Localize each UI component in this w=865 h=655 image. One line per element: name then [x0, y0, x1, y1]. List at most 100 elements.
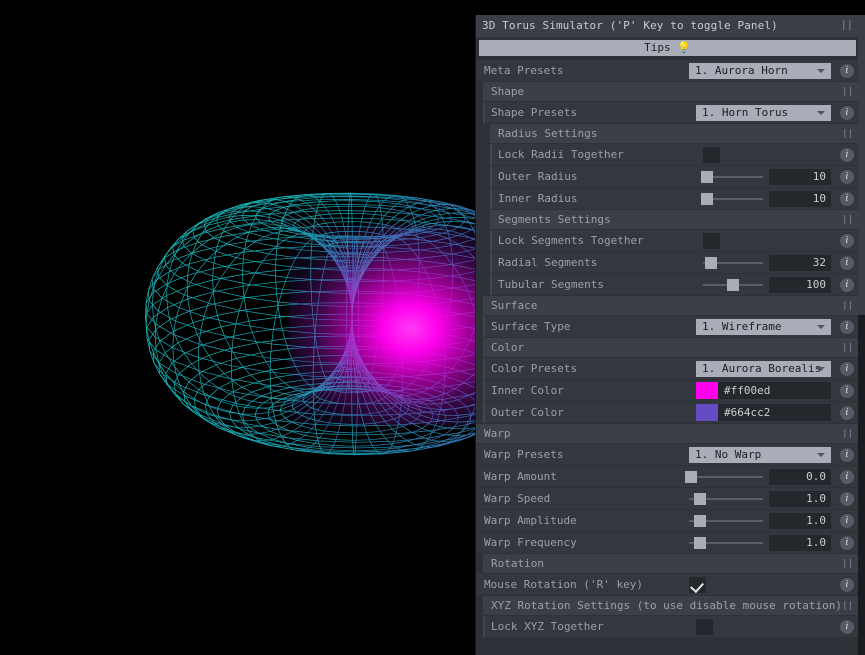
slider-warp-speed[interactable] — [689, 491, 763, 507]
hex-value-outer-color[interactable]: #664cc2 — [718, 404, 831, 421]
slider-knob[interactable] — [694, 514, 707, 527]
panel-title-bar[interactable]: 3D Torus Simulator ('P' Key to toggle Pa… — [476, 15, 859, 37]
slider-outer-radius[interactable] — [700, 169, 763, 185]
slider-warp-amount[interactable] — [685, 469, 763, 485]
row-outer-radius[interactable]: Outer Radius 10 i — [490, 166, 859, 187]
row-warp-presets[interactable]: Warp Presets 1. No Warp i — [476, 444, 859, 465]
info-button-shape-presets[interactable]: i — [840, 105, 854, 120]
row-outer-color[interactable]: Outer Color #664cc2 i — [483, 402, 859, 423]
collapse-grip-icon[interactable]: || — [842, 559, 853, 569]
section-rotation[interactable]: Rotation || — [483, 554, 859, 573]
nest-guide — [483, 380, 485, 401]
slider-inner-radius[interactable] — [700, 191, 763, 207]
row-color-presets[interactable]: Color Presets 1. Aurora Borealis i — [483, 358, 859, 379]
info-button-outer-color[interactable]: i — [840, 405, 854, 420]
slider-radial-segments[interactable] — [703, 255, 763, 271]
info-button-warp-amount[interactable]: i — [840, 469, 854, 484]
checkbox-lock-segments[interactable] — [703, 232, 720, 249]
info-button-lock-radii[interactable]: i — [840, 147, 854, 162]
collapse-grip-icon[interactable]: || — [841, 15, 853, 37]
info-button-inner-radius[interactable]: i — [840, 191, 854, 206]
info-button-lock-xyz[interactable]: i — [840, 619, 854, 634]
row-mouse-rotation[interactable]: Mouse Rotation ('R' key) i — [476, 574, 859, 595]
info-button-warp-presets[interactable]: i — [840, 447, 854, 462]
info-button-warp-amplitude[interactable]: i — [840, 513, 854, 528]
info-button-color-presets[interactable]: i — [840, 361, 854, 376]
value-warp-amplitude[interactable]: 1.0 — [769, 512, 831, 529]
value-inner-radius[interactable]: 10 — [769, 190, 831, 207]
row-lock-segments[interactable]: Lock Segments Together i — [490, 230, 859, 251]
slider-knob[interactable] — [694, 492, 707, 505]
slider-warp-frequency[interactable] — [689, 535, 763, 551]
dropdown-surface-type[interactable]: 1. Wireframe — [696, 318, 831, 335]
value-tubular-segments[interactable]: 100 — [769, 276, 831, 293]
slider-knob[interactable] — [685, 470, 698, 483]
slider-knob[interactable] — [704, 256, 717, 269]
section-surface[interactable]: Surface || — [483, 296, 859, 315]
slider-tubular-segments[interactable] — [703, 277, 763, 293]
checkbox-lock-radii[interactable] — [703, 146, 720, 163]
info-button-meta-presets[interactable]: i — [840, 63, 854, 78]
row-surface-type[interactable]: Surface Type 1. Wireframe i — [483, 316, 859, 337]
row-shape-presets[interactable]: Shape Presets 1. Horn Torus i — [483, 102, 859, 123]
info-button-lock-segments[interactable]: i — [840, 233, 854, 248]
section-segments-settings[interactable]: Segments Settings || — [490, 210, 859, 229]
dropdown-value-meta-presets: 1. Aurora Horn — [695, 64, 788, 77]
row-warp-amount[interactable]: Warp Amount 0.0 i — [476, 466, 859, 487]
collapse-grip-icon[interactable]: || — [842, 343, 853, 353]
value-warp-amount[interactable]: 0.0 — [769, 468, 831, 485]
row-inner-color[interactable]: Inner Color #ff00ed i — [483, 380, 859, 401]
section-warp[interactable]: Warp || — [476, 424, 859, 443]
value-warp-frequency[interactable]: 1.0 — [769, 534, 831, 551]
collapse-grip-icon[interactable]: || — [842, 87, 853, 97]
section-color[interactable]: Color || — [483, 338, 859, 357]
slider-knob[interactable] — [700, 170, 713, 183]
value-warp-speed[interactable]: 1.0 — [769, 490, 831, 507]
section-shape[interactable]: Shape || — [483, 82, 859, 101]
control-panel[interactable]: 3D Torus Simulator ('P' Key to toggle Pa… — [475, 15, 865, 655]
row-radial-segments[interactable]: Radial Segments 32 i — [490, 252, 859, 273]
section-radius-settings[interactable]: Radius Settings || — [490, 124, 859, 143]
collapse-grip-icon[interactable]: || — [842, 429, 853, 439]
section-xyz-rotation-settings[interactable]: XYZ Rotation Settings (to use disable mo… — [483, 596, 859, 615]
value-radial-segments[interactable]: 32 — [769, 254, 831, 271]
info-button-radial-segments[interactable]: i — [840, 255, 854, 270]
color-swatch-outer[interactable] — [696, 404, 718, 421]
collapse-grip-icon[interactable]: || — [842, 215, 853, 225]
info-button-mouse-rotation[interactable]: i — [840, 577, 854, 592]
dropdown-shape-presets[interactable]: 1. Horn Torus — [696, 104, 831, 121]
collapse-grip-icon[interactable]: || — [842, 301, 853, 311]
row-warp-frequency[interactable]: Warp Frequency 1.0 i — [476, 532, 859, 553]
row-warp-amplitude[interactable]: Warp Amplitude 1.0 i — [476, 510, 859, 531]
row-lock-radii[interactable]: Lock Radii Together i — [490, 144, 859, 165]
slider-warp-amplitude[interactable] — [689, 513, 763, 529]
collapse-grip-icon[interactable]: || — [842, 601, 853, 611]
slider-knob[interactable] — [700, 192, 713, 205]
checkbox-mouse-rotation[interactable] — [689, 576, 706, 593]
row-lock-xyz[interactable]: Lock XYZ Together i — [483, 616, 859, 637]
info-button-inner-color[interactable]: i — [840, 383, 854, 398]
tips-button[interactable]: Tips 💡 — [479, 40, 856, 56]
info-button-surface-type[interactable]: i — [840, 319, 854, 334]
info-button-tubular-segments[interactable]: i — [840, 277, 854, 292]
info-button-warp-frequency[interactable]: i — [840, 535, 854, 550]
row-inner-radius[interactable]: Inner Radius 10 i — [490, 188, 859, 209]
scrollbar-thumb[interactable] — [858, 15, 865, 315]
dropdown-color-presets[interactable]: 1. Aurora Borealis — [696, 360, 831, 377]
row-tubular-segments[interactable]: Tubular Segments 100 i — [490, 274, 859, 295]
slider-knob[interactable] — [727, 278, 739, 291]
panel-scrollbar[interactable] — [858, 15, 865, 655]
hex-value-inner-color[interactable]: #ff00ed — [718, 382, 831, 399]
info-button-outer-radius[interactable]: i — [840, 169, 854, 184]
row-warp-speed[interactable]: Warp Speed 1.0 i — [476, 488, 859, 509]
row-meta-presets[interactable]: Meta Presets 1. Aurora Horn i — [476, 60, 859, 81]
slider-knob[interactable] — [694, 536, 707, 549]
section-label-surface: Surface — [491, 299, 538, 312]
value-outer-radius[interactable]: 10 — [769, 168, 831, 185]
dropdown-warp-presets[interactable]: 1. No Warp — [689, 446, 831, 463]
dropdown-meta-presets[interactable]: 1. Aurora Horn — [689, 62, 831, 79]
info-button-warp-speed[interactable]: i — [840, 491, 854, 506]
color-swatch-inner[interactable] — [696, 382, 718, 399]
collapse-grip-icon[interactable]: || — [842, 129, 853, 139]
checkbox-lock-xyz[interactable] — [696, 618, 713, 635]
